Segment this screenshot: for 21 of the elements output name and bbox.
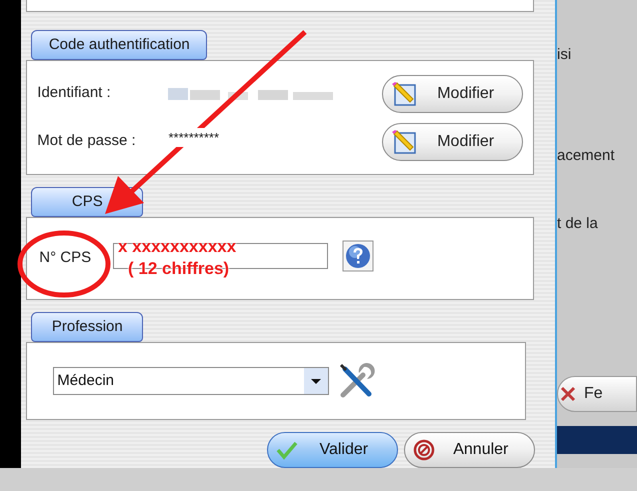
password-value: ********** (168, 128, 220, 148)
window-text: acement (557, 146, 616, 166)
edit-button[interactable]: Modifier (382, 74, 524, 112)
field-label: N° CPS (39, 248, 92, 268)
edit-icon (391, 128, 418, 154)
edit-button[interactable]: Modifier (382, 122, 524, 160)
profession-select[interactable]: Médecin (53, 367, 330, 395)
field-label: Identifiant : (37, 83, 112, 104)
window-text: t de la (557, 214, 599, 234)
check-icon (276, 439, 298, 461)
edit-icon (391, 80, 418, 106)
annotation-text: ( 12 chiffres) (128, 258, 230, 280)
annotation-text: x xxxxxxxxxxx (118, 236, 236, 258)
close-button[interactable]: Fe (557, 376, 637, 412)
help-icon[interactable] (342, 240, 374, 272)
forbidden-icon (413, 439, 436, 461)
close-icon (560, 386, 576, 402)
cancel-button[interactable]: Annuler (404, 432, 536, 468)
field-label: Mot de passe : (37, 131, 137, 152)
window-text: isi (557, 45, 572, 65)
validate-button[interactable]: Valider (267, 432, 398, 468)
